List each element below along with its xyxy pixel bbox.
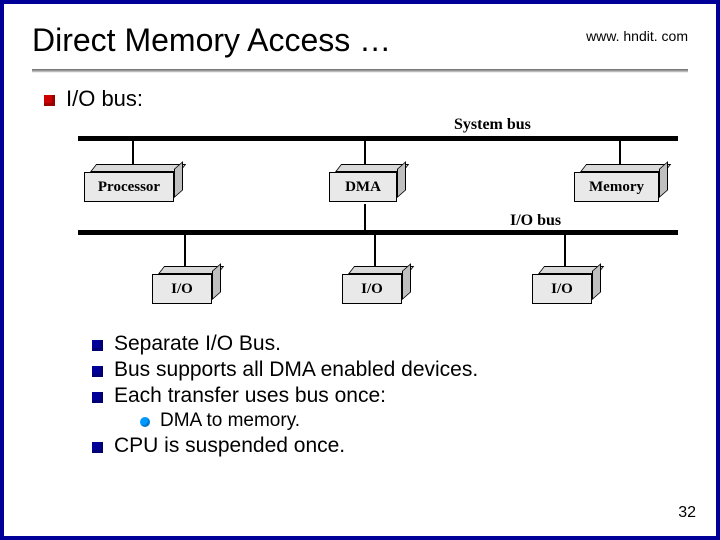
slide-header: Direct Memory Access … www. hndit. com (4, 4, 716, 65)
bullet-supports-dma: Bus supports all DMA enabled devices. (92, 358, 676, 382)
conn-proc-sysbus (132, 141, 134, 165)
slide-content: I/O bus: System bus Processor DMA (4, 86, 716, 458)
dma-label: DMA (329, 172, 397, 202)
conn-dma-sysbus (364, 141, 366, 165)
system-bus-line (78, 136, 678, 141)
bullet-io-bus: I/O bus: (44, 86, 676, 112)
title-underline (32, 69, 688, 72)
bullet-cpu-suspended: CPU is suspended once. (92, 434, 676, 458)
bullet-each-transfer: Each transfer uses bus once: (92, 384, 676, 408)
memory-label: Memory (574, 172, 659, 202)
bus-diagram: System bus Processor DMA Memory (74, 118, 684, 328)
header-url: www. hndit. com (586, 28, 688, 44)
conn-io2-iobus (374, 235, 376, 267)
io-bus-line (78, 230, 678, 235)
conn-io1-iobus (184, 235, 186, 267)
slide-title: Direct Memory Access … (32, 22, 391, 59)
bullet-dma-to-memory: DMA to memory. (140, 410, 676, 432)
io-label-2: I/O (342, 274, 402, 304)
system-bus-label: System bus (454, 116, 531, 134)
conn-mem-sysbus (619, 141, 621, 165)
processor-label: Processor (84, 172, 174, 202)
bullet-separate-io: Separate I/O Bus. (92, 332, 676, 356)
conn-dma-iobus (364, 204, 366, 230)
io-label-1: I/O (152, 274, 212, 304)
io-label-3: I/O (532, 274, 592, 304)
io-bus-label: I/O bus (510, 212, 561, 230)
conn-io3-iobus (564, 235, 566, 267)
slide-frame: Direct Memory Access … www. hndit. com I… (0, 0, 720, 540)
slide-number: 32 (678, 504, 696, 522)
